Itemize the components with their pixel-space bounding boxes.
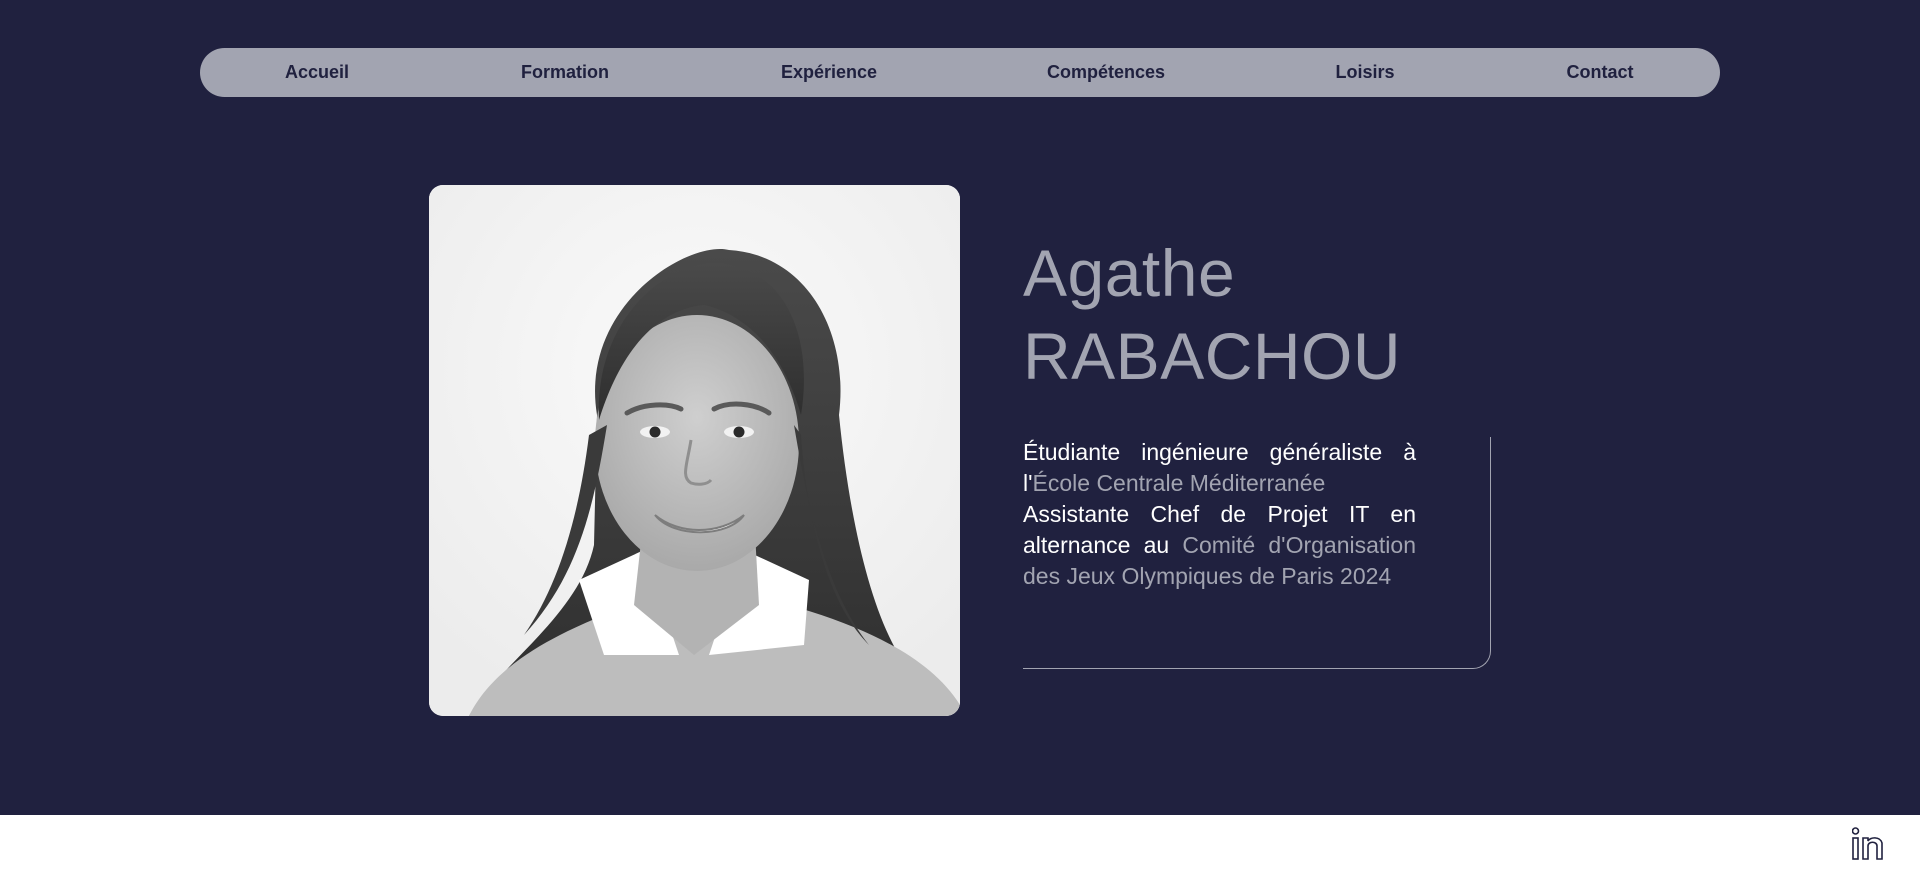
bio-text: Étudiante ingénieure généraliste à l'Éco… <box>1023 437 1416 592</box>
profile-name: Agathe RABACHOU <box>1023 232 1401 398</box>
nav-loisirs[interactable]: Loisirs <box>1335 48 1394 97</box>
first-name: Agathe <box>1023 236 1236 310</box>
school-name: École Centrale Méditerranée <box>1032 470 1326 496</box>
hero-section: Accueil Formation Expérience Compétences… <box>0 0 1920 815</box>
main-nav: Accueil Formation Expérience Compétences… <box>200 48 1720 97</box>
nav-contact[interactable]: Contact <box>1567 48 1634 97</box>
nav-experience[interactable]: Expérience <box>781 48 877 97</box>
linkedin-icon-graphic <box>1851 827 1883 860</box>
profile-photo <box>429 185 960 716</box>
nav-formation[interactable]: Formation <box>521 48 609 97</box>
linkedin-icon[interactable] <box>1851 826 1888 862</box>
nav-competences[interactable]: Compétences <box>1047 48 1165 97</box>
portrait-image <box>429 185 960 716</box>
last-name: RABACHOU <box>1023 319 1402 393</box>
nav-accueil[interactable]: Accueil <box>285 48 349 97</box>
